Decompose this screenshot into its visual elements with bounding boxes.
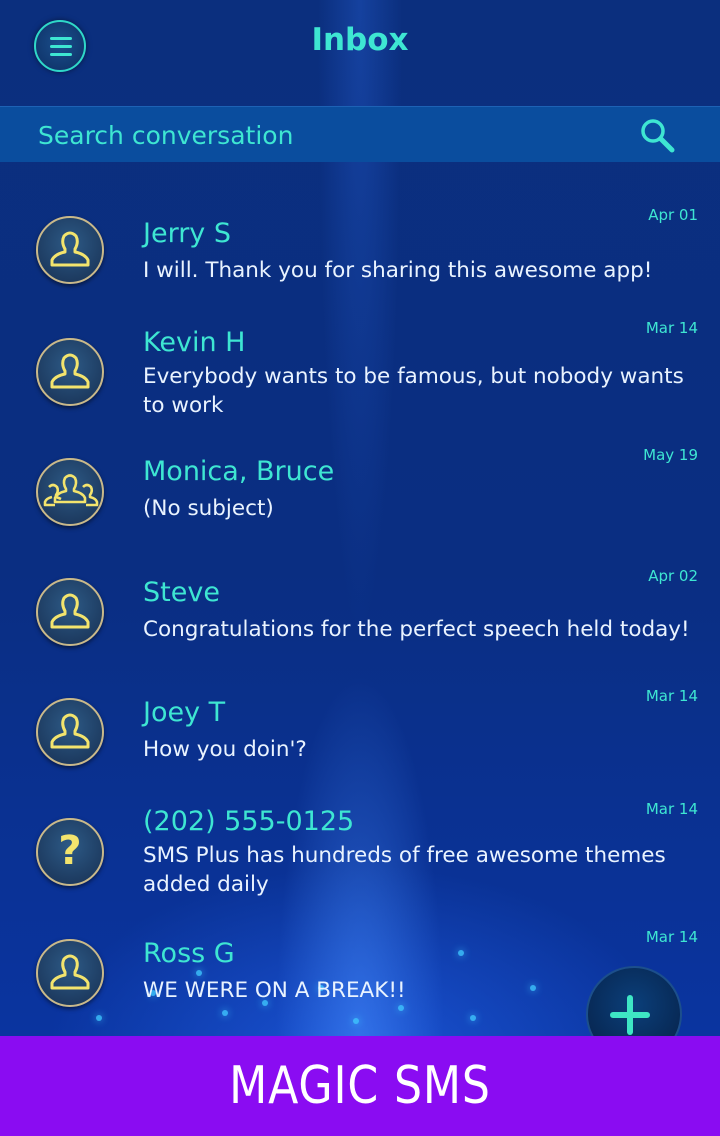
conversation-row[interactable]: Jerry S I will. Thank you for sharing thi…	[0, 190, 720, 300]
message-preview: Congratulations for the perfect speech h…	[143, 617, 690, 642]
search-input[interactable]: Search conversation	[38, 121, 293, 150]
person-icon[interactable]	[36, 216, 104, 284]
person-icon[interactable]	[36, 338, 104, 406]
group-icon[interactable]	[36, 458, 104, 526]
message-preview: SMS Plus has hundreds of free awesome th…	[143, 843, 666, 897]
message-date: Apr 02	[648, 567, 698, 585]
contact-name: Jerry S	[143, 218, 232, 249]
conversation-row[interactable]: Kevin H Everybody wants to be famous, but…	[0, 305, 720, 418]
page-title: Inbox	[311, 22, 409, 58]
conversation-row[interactable]: Monica, Bruce (No subject) May 19	[0, 434, 720, 544]
banner-text: MAGIC SMS	[229, 1056, 491, 1116]
message-preview: (No subject)	[143, 496, 274, 521]
message-date: Mar 14	[645, 800, 698, 818]
contact-name: Ross G	[143, 938, 235, 969]
message-date: Mar 14	[645, 928, 698, 946]
message-preview: I will. Thank you for sharing this aweso…	[143, 258, 653, 283]
app-banner: MAGIC SMS	[0, 1036, 720, 1136]
contact-name: Joey T	[143, 697, 226, 728]
contact-name: Monica, Bruce	[143, 456, 335, 487]
contact-name: (202) 555-0125	[143, 806, 355, 837]
conversation-row[interactable]: ? (202) 555-0125 SMS Plus has hundreds of …	[0, 788, 720, 898]
person-icon[interactable]	[36, 939, 104, 1007]
search-bar[interactable]: Search conversation	[0, 106, 720, 162]
app-header: Inbox	[0, 0, 720, 106]
person-icon[interactable]	[36, 578, 104, 646]
message-date: Mar 14	[645, 687, 698, 705]
message-date: Mar 14	[645, 319, 698, 337]
message-preview: Everybody wants to be famous, but nobody…	[143, 364, 684, 418]
unknown-contact-icon[interactable]: ?	[36, 818, 104, 886]
conversation-row[interactable]: Joey T How you doin'? Mar 14	[0, 675, 720, 785]
message-date: Apr 01	[648, 206, 698, 224]
search-icon[interactable]	[638, 116, 678, 156]
conversation-row[interactable]: Steve Congratulations for the perfect spe…	[0, 555, 720, 665]
message-date: May 19	[643, 446, 698, 464]
message-preview: How you doin'?	[143, 737, 307, 762]
person-icon[interactable]	[36, 698, 104, 766]
contact-name: Steve	[143, 577, 220, 608]
contact-name: Kevin H	[143, 327, 246, 358]
